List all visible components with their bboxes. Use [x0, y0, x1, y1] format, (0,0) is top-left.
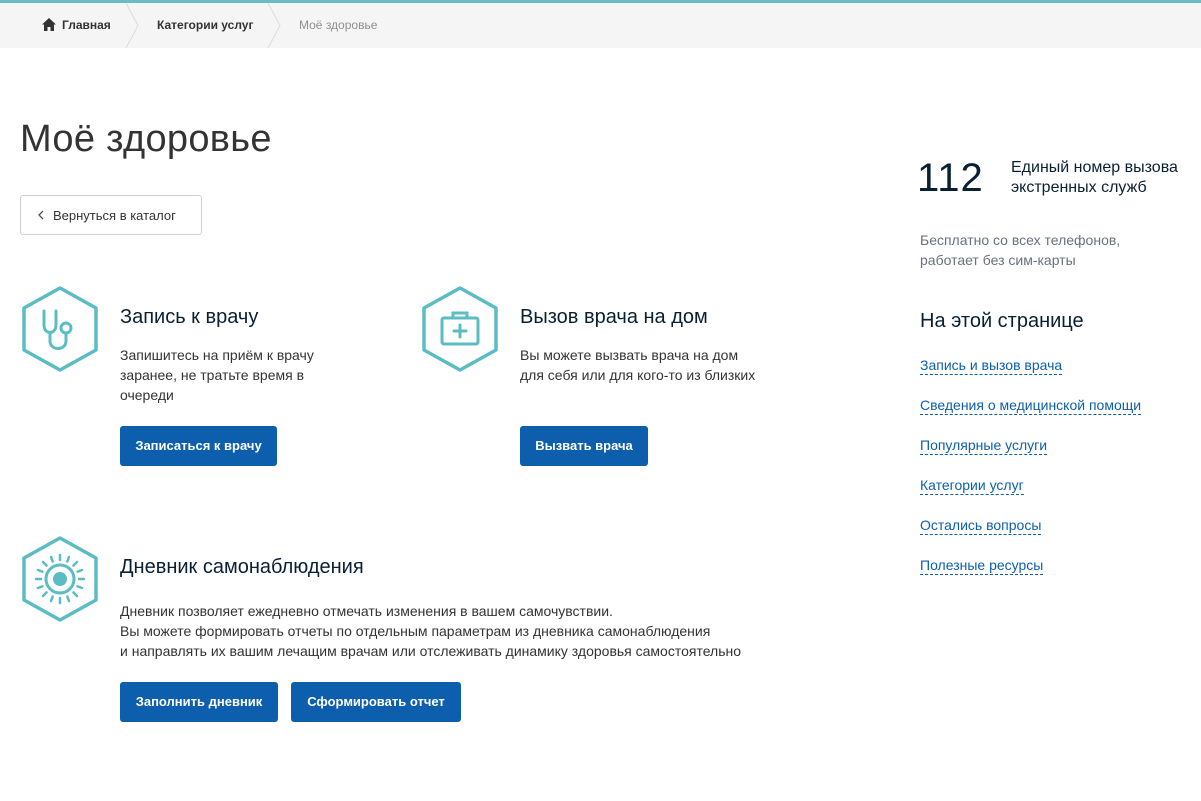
- breadcrumb-categories[interactable]: Категории услуг: [157, 3, 253, 48]
- virus-icon: [22, 536, 98, 622]
- diary-text-line: и направлять их вашим лечащим врачам или…: [120, 643, 742, 659]
- breadcrumb: Главная Категории услуг Моё здоровье: [0, 3, 1201, 48]
- emergency-description: Единый номер вызова экстренных служб: [1011, 159, 1178, 196]
- call-doctor-button[interactable]: Вызвать врача: [520, 426, 648, 466]
- emergency-number: 112: [917, 156, 984, 200]
- diary-text-line: Дневник позволяет ежедневно отмечать изм…: [120, 603, 613, 619]
- appointment-card-text: Запишитесь на приём к врачу заранее, не …: [120, 347, 314, 403]
- breadcrumb-home-label: Главная: [62, 18, 111, 32]
- home-visit-card-text: Вы можете вызвать врача на дом для себя …: [520, 347, 756, 383]
- home-visit-card-title: Вызов врача на дом: [520, 306, 708, 328]
- first-aid-kit-icon: [422, 286, 498, 372]
- breadcrumb-current: Моё здоровье: [299, 18, 378, 32]
- diary-text-line: Вы можете формировать отчеты по отдельны…: [120, 623, 711, 639]
- toc-link-popular-services[interactable]: Популярные услуги: [920, 436, 1048, 455]
- toc-title: На этой странице: [920, 310, 1084, 332]
- appointment-card-title: Запись к врачу: [120, 306, 259, 328]
- fill-diary-button[interactable]: Заполнить дневник: [120, 682, 278, 722]
- home-icon: [42, 18, 56, 31]
- create-report-button[interactable]: Сформировать отчет: [291, 682, 461, 722]
- toc-link-questions[interactable]: Остались вопросы: [920, 516, 1042, 535]
- toc-link-medical-info[interactable]: Сведения о медицинской помощи: [920, 396, 1142, 415]
- back-button-label: Вернуться в каталог: [53, 208, 176, 223]
- back-to-catalog-button[interactable]: Вернуться в каталог: [20, 195, 202, 235]
- make-appointment-button[interactable]: Записаться к врачу: [120, 426, 277, 466]
- stethoscope-icon: [22, 286, 98, 372]
- breadcrumb-separator-icon: [125, 3, 139, 48]
- breadcrumb-separator-icon: [267, 3, 281, 48]
- toc-link-resources[interactable]: Полезные ресурсы: [920, 556, 1044, 575]
- toc-link-categories[interactable]: Категории услуг: [920, 476, 1024, 495]
- diary-card-title: Дневник самонаблюдения: [120, 556, 364, 578]
- chevron-left-icon: [38, 210, 44, 220]
- toc-link-appointment[interactable]: Запись и вызов врача: [920, 356, 1063, 375]
- diary-card-text: Дневник позволяет ежедневно отмечать изм…: [120, 601, 820, 661]
- page-title: Моё здоровье: [20, 118, 272, 160]
- emergency-note: Бесплатно со всех телефонов, работает бе…: [920, 232, 1121, 268]
